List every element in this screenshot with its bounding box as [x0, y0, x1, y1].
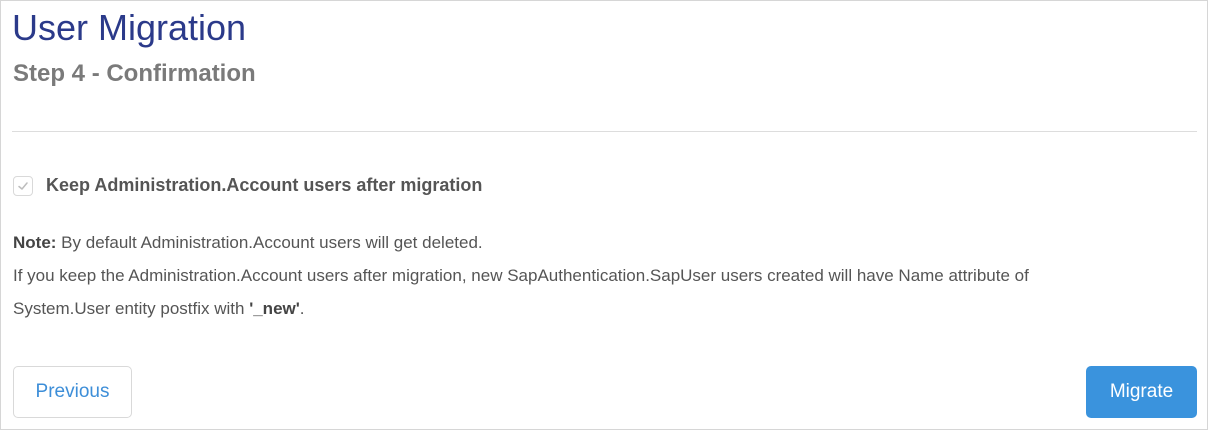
page-title: User Migration	[12, 7, 247, 48]
note-line-1: Note: By default Administration.Account …	[13, 226, 1198, 259]
keep-users-checkbox[interactable]	[13, 175, 33, 196]
keep-users-option[interactable]: Keep Administration.Account users after …	[13, 175, 482, 196]
migration-wizard-panel: User Migration Step 4 - Confirmation Kee…	[0, 0, 1208, 430]
header-divider	[12, 131, 1197, 132]
note-line-2: If you keep the Administration.Account u…	[13, 266, 1029, 285]
check-icon	[18, 181, 28, 190]
postfix-value: '_new'	[249, 299, 300, 318]
migrate-button[interactable]: Migrate	[1086, 366, 1197, 418]
step-subtitle: Step 4 - Confirmation	[13, 60, 256, 87]
previous-button[interactable]: Previous	[13, 366, 132, 418]
note-line-3-start: System.User entity postfix with	[13, 299, 250, 318]
note-line-3-end: .	[299, 299, 305, 318]
note-line-1-text: By default Administration.Account users …	[56, 233, 483, 252]
note-prefix: Note:	[13, 233, 57, 252]
note-line-3: System.User entity postfix with '_new'.	[13, 292, 1198, 325]
keep-users-label: Keep Administration.Account users after …	[46, 175, 483, 195]
migration-note: Note: By default Administration.Account …	[13, 226, 1198, 325]
